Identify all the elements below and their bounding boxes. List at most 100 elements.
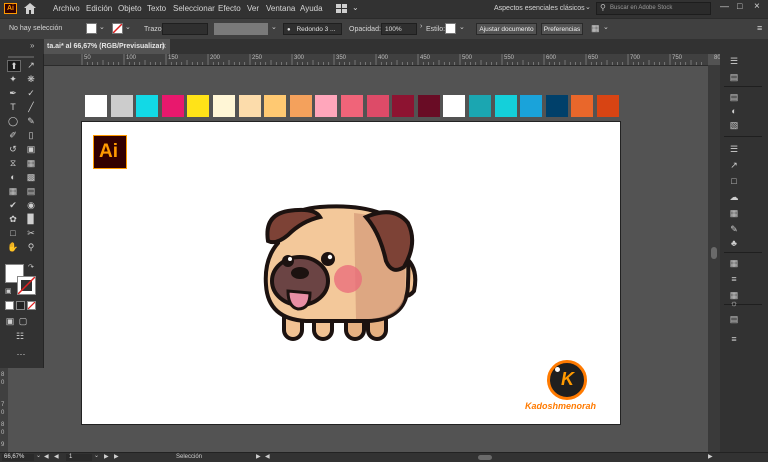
align-chevron-icon[interactable]: ⌄ [603,23,609,31]
document-tab[interactable]: ta.ai* al 66,67% (RGB/Previsualizar) × [44,39,170,54]
style-chevron-icon[interactable]: ⌄ [459,23,465,31]
first-artboard-icon[interactable]: ◀ [44,453,49,460]
color-mode-icon[interactable] [5,301,14,310]
eraser-tool-icon[interactable]: ▯ [25,130,37,140]
magic-wand-tool-icon[interactable]: ✦ [7,74,19,84]
arrange-documents-icon[interactable] [336,4,348,13]
ellipse-tool-icon[interactable]: ◯ [7,116,19,126]
perspective-grid-tool-icon[interactable]: ▩ [25,172,37,182]
curvature-tool-icon[interactable]: ✓ [25,88,37,98]
artboard-number-field[interactable]: 1 [66,454,92,461]
menu-seleccionar[interactable]: Seleccionar [173,4,215,13]
opacity-field[interactable]: 100% [381,23,417,35]
close-icon[interactable]: × [754,1,760,12]
collapse-panel-icon[interactable]: » [30,41,34,50]
color-swatch[interactable] [546,95,568,117]
default-fill-stroke-icon[interactable]: ▣ [5,287,12,295]
menu-texto[interactable]: Texto [147,4,166,13]
color-swatch[interactable] [469,95,491,117]
stroke-swatch-none[interactable] [112,23,123,34]
color-swatch[interactable] [392,95,414,117]
links-panel-icon[interactable]: ☁ [728,192,740,202]
selection-tool-icon[interactable]: ⬆ [7,60,21,72]
color-swatch[interactable] [264,95,286,117]
menu-ayuda[interactable]: Ayuda [300,4,323,13]
toolbar-grip[interactable] [8,56,34,58]
color-swatch[interactable] [136,95,158,117]
stroke-panel-icon[interactable]: ≡ [728,334,740,344]
panel-menu-icon[interactable]: ≡ [757,23,762,33]
width-tool-icon[interactable]: ⧖ [7,158,19,168]
color-swatch[interactable] [367,95,389,117]
profile-chevron-icon[interactable]: ⌄ [271,23,277,31]
color-swatch[interactable] [443,95,465,117]
pen-tool-icon[interactable]: ✒ [7,88,19,98]
pencil-tool-icon[interactable]: ✎ [25,116,37,126]
rotate-tool-icon[interactable]: ↺ [7,144,19,154]
color-swatch[interactable] [341,95,363,117]
menu-objeto[interactable]: Objeto [118,4,142,13]
swatches-panel-icon[interactable]: ▧ [728,120,740,130]
layers-panel-icon[interactable]: ☰ [728,144,740,154]
swap-fill-stroke-icon[interactable]: ↷ [28,263,34,271]
status-menu-icon[interactable]: ◀ [265,453,270,460]
line-segment-tool-icon[interactable]: ╱ [25,102,37,112]
stroke-chevron-icon[interactable]: ⌄ [125,23,131,31]
free-transform-tool-icon[interactable]: ▦ [25,158,37,168]
zoom-chevron-icon[interactable]: ⌄ [36,452,41,459]
transform-panel-icon[interactable]: ▦ [728,258,740,268]
none-mode-icon[interactable] [27,301,36,310]
align-icon[interactable]: ▦ [591,23,600,34]
artboard-chevron-icon[interactable]: ⌄ [94,452,99,459]
stroke-weight-field[interactable] [162,23,208,35]
artboard[interactable]: Ai K Kadoshmenorah [81,121,621,425]
scale-tool-icon[interactable]: ▣ [25,144,37,154]
paintbrush-tool-icon[interactable]: ✐ [7,130,19,140]
hand-tool-icon[interactable]: ✋ [7,242,19,252]
symbol-sprayer-tool-icon[interactable]: ✿ [7,214,19,224]
eyedropper-tool-icon[interactable]: ✔ [7,200,19,210]
gradient-mode-icon[interactable] [16,301,25,310]
last-artboard-icon[interactable]: ▶ [114,453,119,460]
blend-tool-icon[interactable]: ◉ [25,200,37,210]
lasso-tool-icon[interactable]: ❋ [25,74,37,84]
color-swatch[interactable] [162,95,184,117]
screen-mode-icon[interactable]: ▢ [17,316,29,326]
direct-selection-tool-icon[interactable]: ↗ [25,60,37,70]
color-swatch[interactable] [187,95,209,117]
preferences-button[interactable]: Preferencias [541,23,583,35]
variable-width-profile[interactable] [214,23,268,35]
horizontal-scroll-thumb[interactable] [478,455,492,460]
stroke-color-box[interactable] [17,276,36,295]
document-tab-close-icon[interactable]: × [161,41,166,51]
artboard-tool-icon[interactable]: □ [7,228,19,238]
horizontal-ruler[interactable]: 50 100 150 200 250 300 350 400 450 500 550 600 650 70… [44,54,724,66]
menu-archivo[interactable]: Archivo [53,4,80,13]
libraries-panel-icon[interactable]: ▤ [728,72,740,82]
color-swatch[interactable] [85,95,107,117]
menu-ver[interactable]: Ver [247,4,259,13]
next-artboard-icon[interactable]: ▶ [104,453,109,460]
menu-efecto[interactable]: Efecto [218,4,241,13]
vertical-scroll-thumb[interactable] [711,247,717,259]
color-swatch[interactable] [418,95,440,117]
menu-ventana[interactable]: Ventana [266,4,295,13]
color-swatch[interactable] [520,95,542,117]
minimize-icon[interactable]: — [720,1,729,11]
color-swatch[interactable] [239,95,261,117]
vertical-scrollbar[interactable] [708,65,720,452]
stock-search-field[interactable]: ⚲ Buscar en Adobe Stock [596,2,711,15]
draw-mode-icon[interactable]: ▣ [4,316,16,326]
color-swatch[interactable] [315,95,337,117]
artboards-panel-icon[interactable]: □ [728,176,740,186]
mesh-tool-icon[interactable]: ▦ [7,186,19,196]
align-panel-icon[interactable]: ≡ [728,274,740,284]
color-swatch[interactable] [597,95,619,117]
menu-edicion[interactable]: Edición [86,4,112,13]
previous-artboard-icon[interactable]: ◀ [54,453,59,460]
color-swatch[interactable] [111,95,133,117]
brushes-panel-icon[interactable]: ✎ [728,224,740,234]
fill-swatch[interactable] [86,23,97,34]
workspace-switcher[interactable]: Aspectos esenciales clásicos ⌄ [494,3,591,15]
more-tools-icon[interactable]: ⋯ [15,349,27,359]
